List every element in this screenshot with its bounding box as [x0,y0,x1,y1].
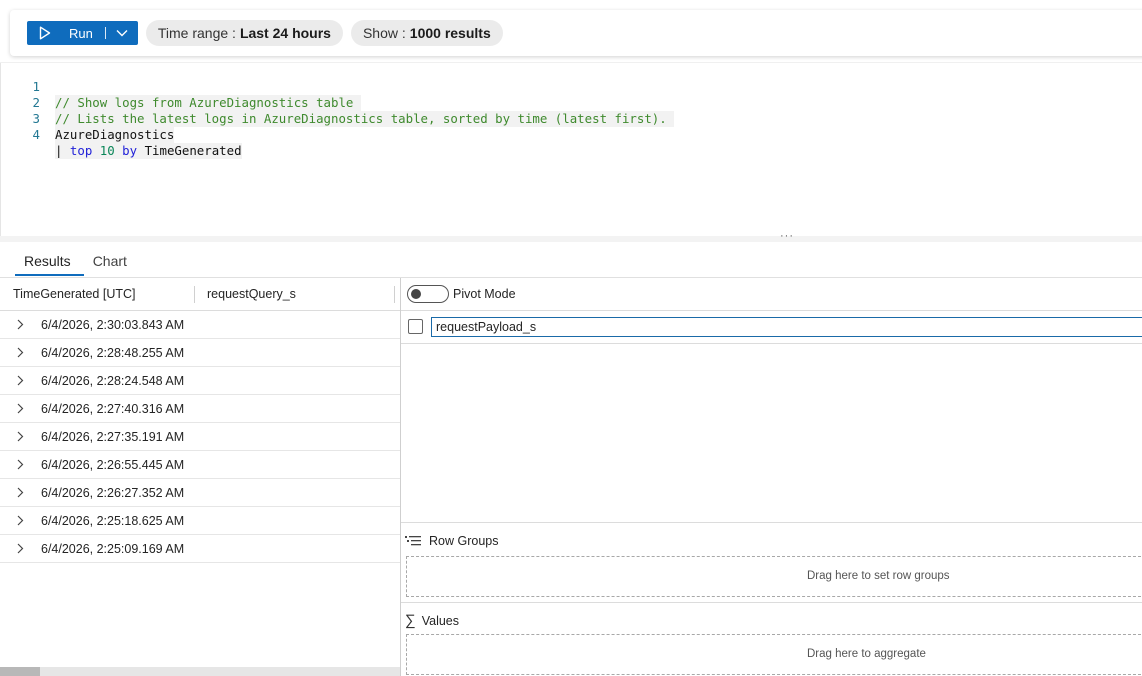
cell-timegenerated: 6/4/2026, 2:25:18.625 AM [41,514,185,528]
code-operator-line: | top 10 by TimeGenerated [55,143,242,159]
code-pipe: | [55,143,70,158]
chevron-right-icon[interactable] [16,515,24,526]
cell-timegenerated: 6/4/2026, 2:27:35.191 AM [41,430,185,444]
splitter-handle-icon[interactable]: ··· [780,230,794,242]
values-header: ∑ Values [405,612,459,629]
row-groups-dropzone[interactable]: Drag here to set row groups [406,556,1142,597]
code-comment: // Show logs from AzureDiagnostics table [55,95,361,111]
column-header-timegenerated[interactable]: TimeGenerated [UTC] [13,278,136,311]
result-limit-picker[interactable]: Show : 1000 results [350,20,503,46]
cell-timegenerated: 6/4/2026, 2:25:09.169 AM [41,542,185,556]
result-limit-value: 1000 results [409,25,491,41]
sigma-icon: ∑ [405,612,416,629]
tab-results[interactable]: Results [13,246,84,276]
time-range-picker[interactable]: Time range : Last 24 hours [145,20,343,46]
table-row[interactable]: 6/4/2026, 2:26:55.445 AM [0,451,400,479]
table-row[interactable]: 6/4/2026, 2:27:35.191 AM [0,423,400,451]
results-grid: TimeGenerated [UTC] requestQuery_s 6/4/2… [0,278,401,676]
pivot-mode-row: Pivot Mode [401,278,1142,311]
pivot-mode-toggle[interactable] [407,285,449,303]
values-drop-text: Drag here to aggregate [807,648,926,660]
code-table-name: AzureDiagnostics [55,127,175,143]
table-row[interactable]: 6/4/2026, 2:30:03.843 AM [0,311,400,339]
play-icon [39,26,51,40]
code-line: 2 // Lists the latest logs in AzureDiagn… [0,79,675,127]
row-groups-title: Row Groups [429,534,499,548]
column-resize-handle[interactable] [194,286,195,303]
select-all-columns-checkbox[interactable] [408,319,423,334]
run-label: Run [69,25,93,41]
toggle-knob [411,289,421,299]
cell-timegenerated: 6/4/2026, 2:26:27.352 AM [41,486,185,500]
column-header-requestquery[interactable]: requestQuery_s [207,278,296,311]
chevron-right-icon[interactable] [16,347,24,358]
scrollbar-thumb[interactable] [0,667,40,676]
chevron-right-icon[interactable] [16,459,24,470]
row-groups-header: Row Groups [405,534,498,548]
table-row[interactable]: 6/4/2026, 2:28:24.548 AM [0,367,400,395]
horizontal-scrollbar[interactable] [0,667,400,676]
chevron-right-icon[interactable] [16,403,24,414]
line-number: 4 [32,127,40,142]
run-options-button[interactable] [106,21,138,45]
code-keyword: by [122,143,138,158]
panel-divider [401,602,1142,603]
code-line: 3 AzureDiagnostics [0,95,175,143]
table-row[interactable]: 6/4/2026, 2:25:09.169 AM [0,535,400,563]
cell-timegenerated: 6/4/2026, 2:28:24.548 AM [41,374,185,388]
grid-header: TimeGenerated [UTC] requestQuery_s [0,278,400,311]
time-range-label: Time range : [157,25,236,41]
cell-timegenerated: 6/4/2026, 2:27:40.316 AM [41,402,185,416]
cell-timegenerated: 6/4/2026, 2:28:48.255 AM [41,346,185,360]
row-groups-icon [405,536,421,546]
values-dropzone[interactable]: Drag here to aggregate [406,634,1142,675]
code-keyword: top [69,143,93,158]
code-field: TimeGenerated [144,143,242,158]
column-resize-handle[interactable] [394,286,395,303]
chevron-right-icon[interactable] [16,487,24,498]
tab-chart[interactable]: Chart [82,246,138,276]
column-search-input[interactable] [431,317,1142,337]
time-range-value: Last 24 hours [239,25,331,41]
chevron-down-icon [116,30,128,37]
table-row[interactable]: 6/4/2026, 2:26:27.352 AM [0,479,400,507]
code-line: 1 // Show logs from AzureDiagnostics tab… [0,63,361,111]
run-divider [104,27,106,39]
run-split-button: Run [27,21,138,45]
code-line: 4 | top 10 by TimeGenerated [0,111,242,159]
cell-timegenerated: 6/4/2026, 2:26:55.445 AM [41,458,185,472]
panel-divider [401,522,1142,523]
column-select-row [401,311,1142,344]
table-row[interactable]: 6/4/2026, 2:28:48.255 AM [0,339,400,367]
table-row[interactable]: 6/4/2026, 2:27:40.316 AM [0,395,400,423]
columns-tool-panel: Pivot Mode Row Groups Drag here to set r… [401,278,1142,676]
chevron-right-icon[interactable] [16,543,24,554]
row-groups-drop-text: Drag here to set row groups [807,570,950,582]
query-editor[interactable]: 1 // Show logs from AzureDiagnostics tab… [0,62,1142,238]
code-number: 10 [99,143,115,158]
values-title: Values [421,613,459,628]
editor-results-splitter[interactable] [0,236,1142,242]
chevron-right-icon[interactable] [16,319,24,330]
cell-timegenerated: 6/4/2026, 2:30:03.843 AM [41,318,185,332]
results-tabs: Results Chart [13,246,138,276]
run-button[interactable]: Run [27,21,105,45]
table-row[interactable]: 6/4/2026, 2:25:18.625 AM [0,507,400,535]
chevron-right-icon[interactable] [16,375,24,386]
chevron-right-icon[interactable] [16,431,24,442]
query-toolbar: Run Time range : Last 24 hours Show : 10… [10,10,1142,56]
code-comment: // Lists the latest logs in AzureDiagnos… [55,111,675,127]
result-limit-label: Show : [362,25,406,41]
pivot-mode-label: Pivot Mode [453,287,516,301]
